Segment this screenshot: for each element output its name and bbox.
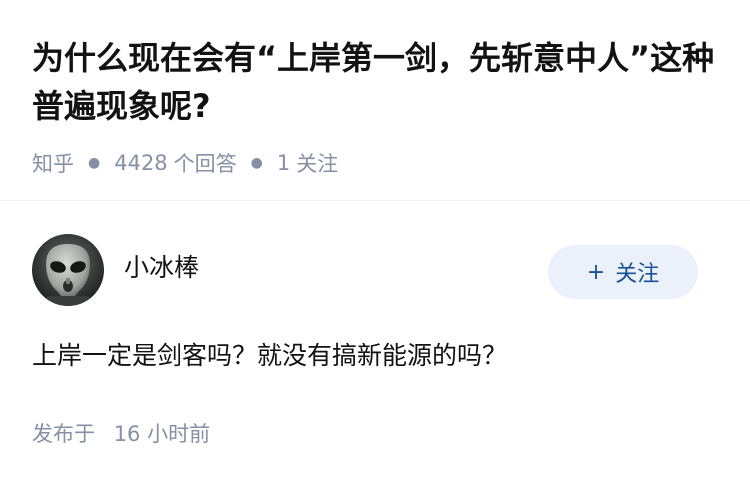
avatar[interactable] xyxy=(32,234,104,306)
divider xyxy=(0,200,750,201)
question-header: 为什么现在会有“上岸第一剑，先斩意中人”这种普遍现象呢? 知乎 ● 4428 个… xyxy=(32,34,722,178)
answer-count[interactable]: 4428 xyxy=(114,151,167,175)
alien-avatar-icon xyxy=(32,234,104,306)
author-name[interactable]: 小冰棒 xyxy=(124,248,548,284)
source-label[interactable]: 知乎 xyxy=(32,148,74,178)
plus-icon: + xyxy=(586,259,606,285)
follow-count-label[interactable]: 关注 xyxy=(296,148,338,178)
time-prefix: 发布于 xyxy=(32,422,95,446)
answer-content[interactable]: 上岸一定是剑客吗？就没有搞新能源的吗？ xyxy=(32,334,507,378)
question-meta: 知乎 ● 4428 个回答 ● 1 关注 xyxy=(32,148,722,178)
question-title[interactable]: 为什么现在会有“上岸第一剑，先斩意中人”这种普遍现象呢? xyxy=(32,34,722,130)
separator-dot: ● xyxy=(250,155,263,171)
follow-count[interactable]: 1 xyxy=(277,151,290,175)
separator-dot: ● xyxy=(88,155,101,171)
follow-button-label: 关注 xyxy=(615,262,660,287)
answer-count-label[interactable]: 个回答 xyxy=(174,148,237,178)
follow-button[interactable]: + 关注 xyxy=(548,245,698,299)
answer-author-row: 小冰棒 + 关注 xyxy=(32,234,698,306)
time-value: 16 小时前 xyxy=(113,422,211,446)
answer-timestamp: 发布于 16 小时前 xyxy=(32,418,210,448)
